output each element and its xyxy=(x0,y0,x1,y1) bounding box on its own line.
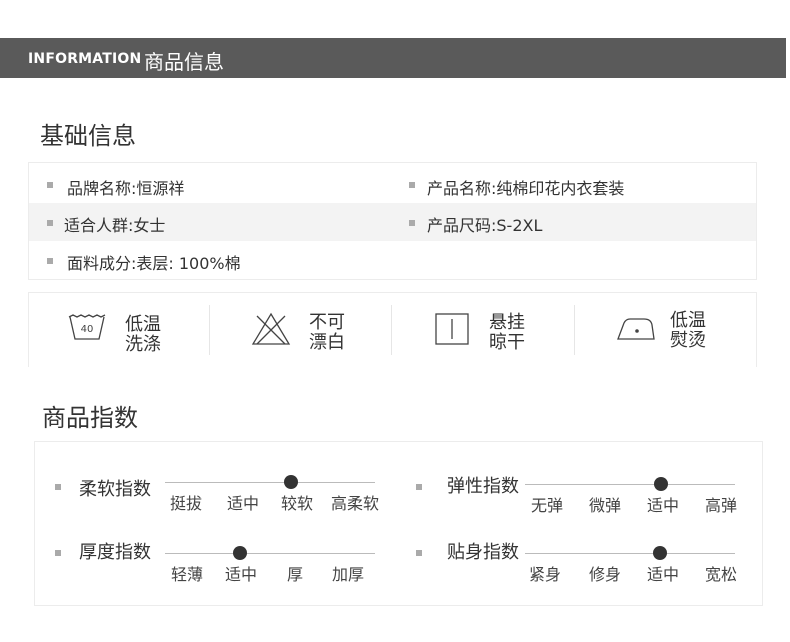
bullet xyxy=(47,182,53,188)
softness-track xyxy=(165,482,375,483)
elasticity-label: 弹性指数 xyxy=(447,476,519,497)
bullet xyxy=(55,484,61,490)
info-row: 品牌名称:恒源祥 产品名称:纯棉印花内衣套装 xyxy=(29,165,756,203)
basic-info-title: 基础信息 xyxy=(40,122,136,150)
divider xyxy=(209,305,210,355)
divider xyxy=(574,305,575,355)
section-header: INFORMATION 商品信息 xyxy=(0,38,786,78)
care-item-bleach: 不可 漂白 xyxy=(247,293,427,363)
bullet xyxy=(47,258,53,264)
softness-tick: 适中 xyxy=(226,494,260,513)
thickness-tick: 加厚 xyxy=(331,565,365,584)
care-item-dry: 悬挂 晾干 xyxy=(431,293,611,363)
bullet xyxy=(409,220,415,226)
care-label: 悬挂 晾干 xyxy=(489,312,525,353)
bullet xyxy=(55,550,61,556)
info-row: 面料成分:表层: 100%棉 xyxy=(29,241,756,279)
thickness-tick: 厚 xyxy=(286,565,304,584)
care-label: 不可 漂白 xyxy=(309,312,345,353)
bullet xyxy=(47,220,53,226)
bullet xyxy=(409,182,415,188)
care-label: 低温 熨烫 xyxy=(670,310,706,351)
product-size: 产品尺码:S-2XL xyxy=(427,216,543,235)
header-cn: 商品信息 xyxy=(144,50,224,74)
product-index-title: 商品指数 xyxy=(42,404,138,432)
thickness-knob xyxy=(233,546,247,560)
no-bleach-icon xyxy=(251,312,291,345)
info-row: 适合人群:女士 产品尺码:S-2XL xyxy=(29,203,756,241)
softness-tick: 挺拔 xyxy=(169,494,203,513)
fit-tick: 宽松 xyxy=(704,565,738,584)
fit-tick: 适中 xyxy=(646,565,680,584)
care-instructions: 40 低温 洗涤 不可 漂白 悬挂 晾干 低温 熨烫 xyxy=(28,292,757,367)
softness-tick: 高柔软 xyxy=(330,494,380,513)
fit-label: 贴身指数 xyxy=(447,542,519,563)
softness-knob xyxy=(284,475,298,489)
softness-tick: 较软 xyxy=(280,494,314,513)
elasticity-knob xyxy=(654,477,668,491)
care-label: 低温 洗涤 xyxy=(125,314,161,355)
divider xyxy=(391,305,392,355)
iron-low-icon xyxy=(617,318,655,340)
thickness-tick: 轻薄 xyxy=(170,565,204,584)
elasticity-tick: 适中 xyxy=(646,496,680,515)
bullet xyxy=(416,484,422,490)
hang-dry-icon xyxy=(435,313,469,345)
care-item-iron: 低温 熨烫 xyxy=(614,293,790,363)
thickness-track xyxy=(165,553,375,554)
thickness-label: 厚度指数 xyxy=(79,542,151,563)
elasticity-track xyxy=(525,484,735,485)
header-en: INFORMATION xyxy=(28,51,142,67)
bullet xyxy=(416,550,422,556)
wash-40-icon: 40 xyxy=(68,314,106,340)
brand-name: 品牌名称:恒源祥 xyxy=(67,179,185,198)
softness-label: 柔软指数 xyxy=(79,479,151,500)
elasticity-tick: 微弹 xyxy=(588,496,622,515)
elasticity-tick: 高弹 xyxy=(704,496,738,515)
elasticity-tick: 无弹 xyxy=(530,496,564,515)
basic-info-table: 品牌名称:恒源祥 产品名称:纯棉印花内衣套装 适合人群:女士 产品尺码:S-2X… xyxy=(28,162,757,280)
fabric-composition: 面料成分:表层: 100%棉 xyxy=(67,254,241,273)
fit-tick: 紧身 xyxy=(528,565,562,584)
fit-knob xyxy=(653,546,667,560)
fit-tick: 修身 xyxy=(588,565,622,584)
product-index-panel: 柔软指数 挺拔 适中 较软 高柔软 弹性指数 无弹 微弹 适中 高弹 厚度指数 … xyxy=(34,441,763,606)
product-name: 产品名称:纯棉印花内衣套装 xyxy=(427,179,625,198)
thickness-tick: 适中 xyxy=(224,565,258,584)
care-item-wash: 40 低温 洗涤 xyxy=(59,293,239,363)
fit-track xyxy=(525,553,735,554)
wash-temp: 40 xyxy=(81,324,94,335)
target-group: 适合人群:女士 xyxy=(64,216,166,235)
